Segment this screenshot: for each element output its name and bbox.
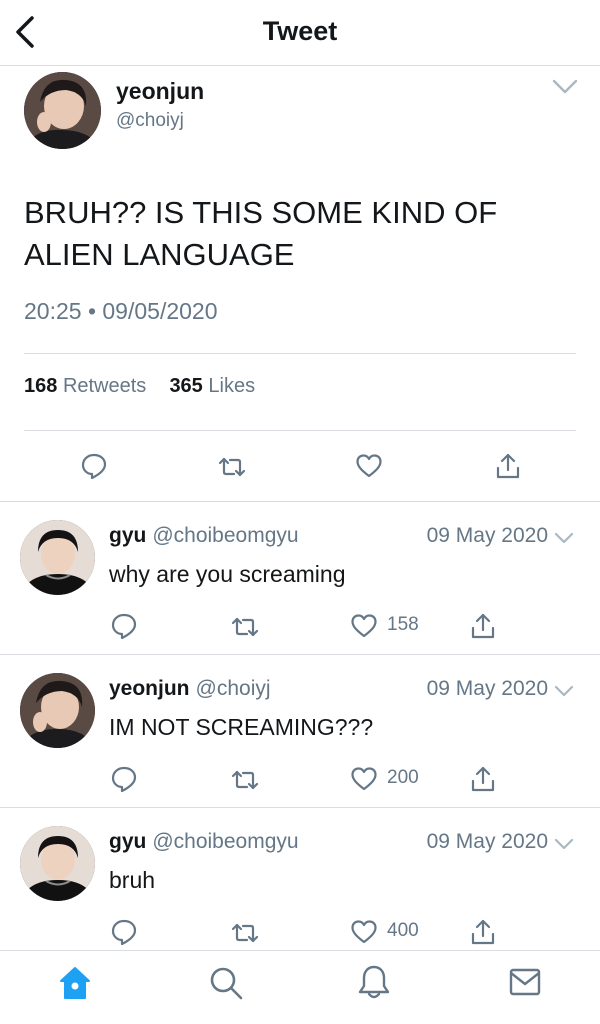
- tweet-timestamp: 20:25 • 09/05/2020: [24, 298, 218, 324]
- reply-actions: 200: [0, 765, 600, 793]
- tweet-actions: [0, 452, 600, 480]
- reply-author-handle[interactable]: @choibeomgyu: [152, 524, 298, 547]
- tweet-text: BRUH?? IS THIS SOME KIND OF ALIEN LANGUA…: [24, 195, 498, 272]
- retweets-count[interactable]: 168: [24, 375, 57, 397]
- header: Tweet: [0, 0, 600, 66]
- reply-author-handle[interactable]: @choiyj: [196, 677, 271, 700]
- reply-text: why are you screaming: [109, 561, 346, 587]
- reply-date: 09 May 2020: [426, 830, 548, 853]
- avatar[interactable]: [24, 72, 101, 149]
- bottom-nav: [0, 950, 600, 1024]
- reply-author-name[interactable]: yeonjun: [109, 677, 190, 700]
- author-handle[interactable]: @choiyj: [116, 110, 184, 132]
- reply-icon[interactable]: [110, 918, 138, 946]
- like-icon[interactable]: [355, 453, 383, 479]
- reply-date: 09 May 2020: [426, 524, 548, 547]
- notifications-icon[interactable]: [357, 963, 391, 1001]
- share-icon[interactable]: [469, 765, 497, 793]
- reply-author-handle[interactable]: @choibeomgyu: [152, 830, 298, 853]
- like-count: 400: [387, 920, 419, 941]
- reply-actions: 400: [0, 918, 600, 946]
- main-tweet: yeonjun @choiyj BRUH?? IS THIS SOME KIND…: [0, 66, 600, 502]
- search-icon[interactable]: [208, 965, 244, 1001]
- share-icon[interactable]: [469, 918, 497, 946]
- home-icon[interactable]: [58, 965, 92, 1001]
- chevron-down-icon[interactable]: [554, 532, 574, 545]
- author-name[interactable]: yeonjun: [116, 78, 204, 105]
- reply-tweet[interactable]: yeonjun @choiyj 09 May 2020 IM NOT SCREAM…: [0, 655, 600, 808]
- like-icon[interactable]: [350, 919, 378, 945]
- likes-count[interactable]: 365: [169, 375, 202, 397]
- avatar[interactable]: [20, 520, 95, 595]
- avatar[interactable]: [20, 673, 95, 748]
- reply-date: 09 May 2020: [426, 677, 548, 700]
- messages-icon[interactable]: [508, 967, 542, 997]
- page-title: Tweet: [262, 16, 338, 46]
- reply-tweet[interactable]: gyu @choibeomgyu 09 May 2020 bruh 400: [0, 808, 600, 961]
- reply-icon[interactable]: [110, 765, 138, 793]
- share-icon[interactable]: [494, 452, 522, 480]
- like-icon[interactable]: [350, 766, 378, 792]
- reply-header: yeonjun @choiyj: [109, 677, 271, 701]
- retweet-icon[interactable]: [217, 454, 247, 480]
- chevron-down-icon[interactable]: [552, 78, 578, 96]
- retweet-icon[interactable]: [230, 920, 260, 946]
- retweet-icon[interactable]: [230, 767, 260, 793]
- like-count: 200: [387, 767, 419, 788]
- retweet-icon[interactable]: [230, 614, 260, 640]
- reply-text: bruh: [109, 867, 156, 893]
- retweets-label[interactable]: Retweets: [63, 375, 146, 397]
- tweet-stats: 168 Retweets 365 Likes: [24, 375, 255, 398]
- reply-author-name[interactable]: gyu: [109, 524, 146, 547]
- reply-icon[interactable]: [110, 612, 138, 640]
- reply-author-name[interactable]: gyu: [109, 830, 146, 853]
- likes-label[interactable]: Likes: [208, 375, 255, 397]
- like-icon[interactable]: [350, 613, 378, 639]
- reply-tweet[interactable]: gyu @choibeomgyu 09 May 2020 why are you …: [0, 502, 600, 655]
- share-icon[interactable]: [469, 612, 497, 640]
- chevron-down-icon[interactable]: [554, 838, 574, 851]
- reply-icon[interactable]: [80, 452, 108, 480]
- reply-actions: 158: [0, 612, 600, 640]
- reply-text: IM NOT SCREAMING???: [109, 714, 374, 740]
- reply-header: gyu @choibeomgyu: [109, 524, 299, 548]
- like-count: 158: [387, 614, 419, 635]
- reply-header: gyu @choibeomgyu: [109, 830, 299, 854]
- divider: [24, 430, 576, 431]
- divider: [24, 353, 576, 354]
- avatar[interactable]: [20, 826, 95, 901]
- chevron-down-icon[interactable]: [554, 685, 574, 698]
